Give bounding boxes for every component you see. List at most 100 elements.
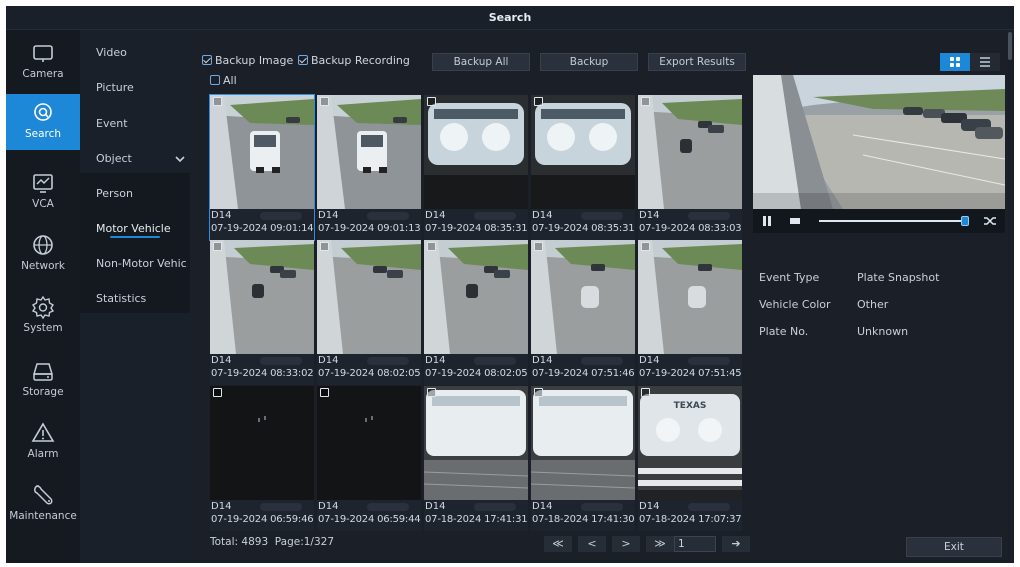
result-thumbnail[interactable] [210, 95, 314, 209]
event-type-value: Plate Snapshot [857, 271, 940, 284]
playback-handle[interactable] [961, 216, 969, 226]
backup-recording-option[interactable]: Backup Recording [298, 54, 410, 67]
last-page-button[interactable]: ≫ [646, 536, 674, 552]
result-thumbnail[interactable] [317, 386, 421, 500]
result-tile[interactable]: D14 07-19-2024 09:01:13 [317, 95, 421, 240]
nav-vca[interactable]: VCA [6, 164, 80, 220]
result-thumbnail[interactable] [531, 95, 635, 209]
sub-statistics[interactable]: Statistics [96, 289, 188, 309]
plate-mask [474, 357, 516, 365]
export-results-button[interactable]: Export Results [648, 53, 746, 71]
sub-video[interactable]: Video [96, 43, 188, 63]
next-page-button[interactable]: > [612, 536, 640, 552]
result-checkbox[interactable] [427, 97, 436, 106]
select-all-checkbox[interactable] [210, 75, 220, 85]
grid-view-button[interactable] [940, 53, 970, 71]
result-thumbnail[interactable] [531, 240, 635, 354]
result-image [317, 95, 421, 209]
backup-recording-checkbox[interactable] [298, 55, 308, 65]
result-thumbnail[interactable] [317, 95, 421, 209]
sub-picture[interactable]: Picture [96, 78, 188, 98]
backup-all-button[interactable]: Backup All [432, 53, 530, 71]
result-checkbox[interactable] [320, 388, 329, 397]
result-image: TEXAS [638, 386, 742, 500]
sub-non-motor-vehicle[interactable]: Non-Motor Vehic.. [96, 254, 188, 274]
nav-camera[interactable]: Camera [6, 34, 80, 90]
pause-icon[interactable] [761, 215, 773, 227]
result-image [210, 240, 314, 354]
sub-event[interactable]: Event [96, 114, 188, 134]
list-view-button[interactable] [970, 53, 1000, 71]
result-thumbnail[interactable] [424, 386, 528, 500]
result-tile[interactable]: D14 07-19-2024 07:51:45 [638, 240, 742, 385]
playback-track[interactable] [819, 216, 969, 226]
fullscreen-icon[interactable] [983, 214, 997, 228]
result-tile[interactable]: D14 07-19-2024 07:51:46 [531, 240, 635, 385]
result-checkbox[interactable] [534, 97, 543, 106]
plate-mask [581, 503, 623, 511]
backup-image-checkbox[interactable] [202, 55, 212, 65]
result-checkbox[interactable] [213, 97, 222, 106]
page-number-input[interactable]: 1 [674, 536, 716, 552]
stop-icon[interactable] [789, 215, 801, 227]
result-checkbox[interactable] [320, 97, 329, 106]
result-thumbnail[interactable] [638, 95, 742, 209]
result-checkbox[interactable] [213, 388, 222, 397]
result-tile[interactable]: D14 07-19-2024 08:02:05 [424, 240, 528, 385]
result-thumbnail[interactable] [317, 240, 421, 354]
result-thumbnail[interactable] [424, 95, 528, 209]
result-thumbnail[interactable] [424, 240, 528, 354]
nav-network[interactable]: Network [6, 226, 80, 282]
result-thumbnail[interactable] [210, 386, 314, 500]
result-timestamp: 07-18-2024 17:41:31 [425, 514, 528, 525]
result-image [531, 95, 635, 209]
result-thumbnail[interactable] [638, 240, 742, 354]
result-tile[interactable]: D14 07-19-2024 06:59:46 [210, 386, 314, 531]
result-tile[interactable]: D14 07-18-2024 17:41:30 [531, 386, 635, 531]
result-tile[interactable]: D14 07-19-2024 08:02:05 [317, 240, 421, 385]
prev-page-button[interactable]: < [578, 536, 606, 552]
select-all-option[interactable]: All [210, 74, 237, 87]
svg-text:TEXAS: TEXAS [674, 401, 707, 411]
sub-person[interactable]: Person [96, 184, 188, 204]
result-checkbox[interactable] [427, 242, 436, 251]
result-checkbox[interactable] [534, 388, 543, 397]
result-thumbnail[interactable] [531, 386, 635, 500]
nav-storage[interactable]: Storage [6, 352, 80, 408]
nav-search[interactable]: Search [6, 94, 80, 150]
result-checkbox[interactable] [534, 242, 543, 251]
nav-system-label: System [23, 322, 63, 334]
result-checkbox[interactable] [641, 242, 650, 251]
scrollbar[interactable] [1008, 32, 1012, 60]
result-thumbnail[interactable]: TEXAS [638, 386, 742, 500]
backup-button[interactable]: Backup [540, 53, 638, 71]
exit-button[interactable]: Exit [906, 537, 1002, 557]
vehicle-color-field: Vehicle Color Other [759, 298, 888, 311]
result-tile[interactable]: D14 07-19-2024 08:33:02 [210, 240, 314, 385]
result-tile[interactable]: D14 07-19-2024 08:33:03 [638, 95, 742, 240]
result-checkbox[interactable] [213, 242, 222, 251]
result-tile[interactable]: D14 07-19-2024 08:35:31 [424, 95, 528, 240]
result-tile[interactable]: TEXAS D14 07-18-2024 17:07:37 [638, 386, 742, 531]
result-camera: D14 [639, 355, 660, 366]
result-tile[interactable]: D14 07-19-2024 08:35:31 [531, 95, 635, 240]
nav-system[interactable]: System [6, 288, 80, 344]
video-preview[interactable] [753, 75, 1005, 209]
first-page-button[interactable]: ≪ [544, 536, 572, 552]
result-thumbnail[interactable] [210, 240, 314, 354]
nav-alarm[interactable]: Alarm [6, 414, 80, 470]
result-checkbox[interactable] [320, 242, 329, 251]
select-all-label: All [223, 74, 237, 87]
result-timestamp: 07-19-2024 06:59:44 [318, 514, 421, 525]
result-checkbox[interactable] [427, 388, 436, 397]
result-tile[interactable]: D14 07-19-2024 06:59:44 [317, 386, 421, 531]
result-tile[interactable]: D14 07-18-2024 17:41:31 [424, 386, 528, 531]
result-checkbox[interactable] [641, 97, 650, 106]
result-image [317, 240, 421, 354]
backup-image-option[interactable]: Backup Image [202, 54, 293, 67]
result-tile[interactable]: D14 07-19-2024 09:01:14 [209, 94, 315, 241]
nav-maintenance[interactable]: Maintenance [6, 476, 80, 532]
go-page-button[interactable]: ➔ [722, 536, 750, 552]
plate-no-value: Unknown [857, 325, 909, 338]
result-checkbox[interactable] [641, 388, 650, 397]
